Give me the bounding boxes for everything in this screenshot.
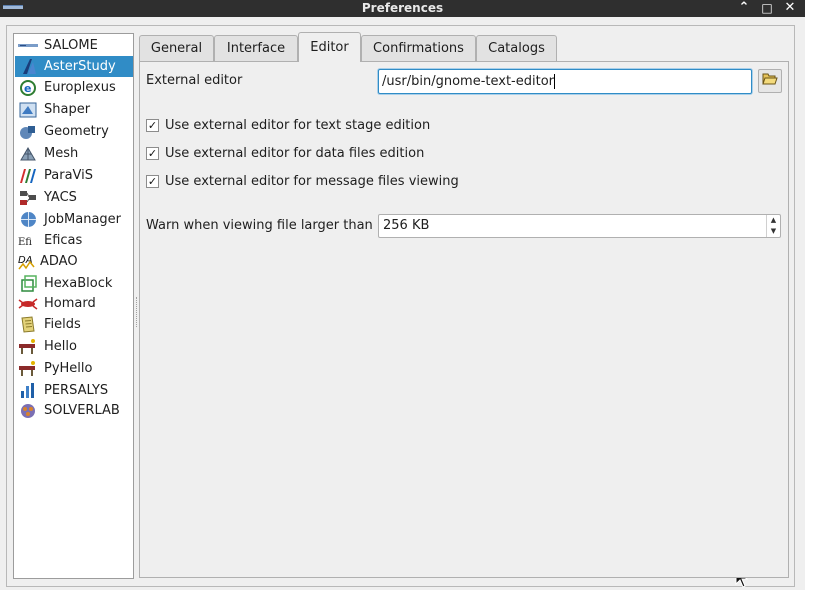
module-label: Geometry [44, 124, 109, 139]
checkbox-box[interactable]: ✓ [146, 146, 159, 160]
svg-text:Efi: Efi [18, 237, 32, 248]
svg-text:e: e [24, 82, 31, 95]
editor-panel: External editor /usr/bin/gnome-text-edit… [139, 61, 789, 578]
preferences-window: SALOME AsterStudy e Europlexus Shaper Ge… [0, 17, 805, 590]
checkbox-text-stage[interactable]: ✓ Use external editor for text stage edi… [146, 116, 430, 134]
persalys-icon [18, 382, 38, 399]
module-item-adao[interactable]: DA ADAO [15, 251, 133, 272]
module-label: Mesh [44, 146, 79, 161]
yacs-icon [18, 189, 38, 206]
svg-text:DA: DA [18, 255, 33, 266]
module-label: Fields [44, 317, 81, 332]
module-label: JobManager [44, 212, 122, 227]
hexablock-icon [18, 275, 38, 292]
eficas-icon: Efi [18, 232, 38, 249]
module-item-hello[interactable]: Hello [15, 336, 133, 357]
module-item-salome[interactable]: SALOME [15, 35, 133, 56]
pyhello-icon [18, 360, 38, 377]
close-icon[interactable]: ✕ [781, 0, 799, 16]
folder-open-icon [762, 72, 778, 90]
hello-icon [18, 338, 38, 355]
checkbox-data-files[interactable]: ✓ Use external editor for data files edi… [146, 144, 424, 162]
module-label: ADAO [40, 254, 78, 269]
spin-up-icon[interactable]: ▲ [767, 215, 780, 226]
module-item-pyhello[interactable]: PyHello [15, 358, 133, 379]
module-item-geometry[interactable]: Geometry [15, 121, 133, 142]
module-item-mesh[interactable]: Mesh [15, 143, 133, 164]
module-label: Hello [44, 339, 77, 354]
checkbox-box[interactable]: ✓ [146, 174, 159, 188]
europlexus-icon: e [18, 79, 38, 96]
solverlab-icon [18, 402, 38, 419]
module-item-persalys[interactable]: PERSALYS [15, 380, 133, 401]
module-label: Shaper [44, 102, 91, 117]
module-item-paravis[interactable]: ParaViS [15, 165, 133, 186]
spin-arrows[interactable]: ▲ ▼ [766, 215, 780, 237]
tab-catalogs[interactable]: Catalogs [476, 35, 557, 61]
spin-down-icon[interactable]: ▼ [767, 226, 780, 237]
module-item-fields[interactable]: Fields [15, 314, 133, 335]
external-editor-value: /usr/bin/gnome-text-editor [382, 74, 555, 89]
module-label: YACS [44, 190, 77, 205]
tab-editor[interactable]: Editor [298, 32, 361, 62]
module-label: PERSALYS [44, 383, 109, 398]
module-item-hexablock[interactable]: HexaBlock [15, 273, 133, 294]
module-label: Homard [44, 296, 96, 311]
mesh-icon [18, 145, 38, 162]
module-item-eficas[interactable]: Efi Eficas [15, 230, 133, 251]
module-label: Eficas [44, 233, 83, 248]
paravis-icon [18, 167, 38, 184]
warn-size-value: 256 KB [383, 218, 430, 233]
module-label: ParaViS [44, 168, 94, 183]
jobmanager-icon [18, 211, 38, 228]
homard-icon [18, 295, 38, 312]
splitter-handle[interactable] [136, 297, 138, 327]
geometry-icon [18, 123, 38, 140]
module-item-solverlab[interactable]: SOLVERLAB [15, 400, 133, 421]
module-item-shaper[interactable]: Shaper [15, 99, 133, 120]
maximize-icon[interactable]: □ [758, 0, 776, 16]
asterstudy-icon [18, 58, 38, 75]
module-item-yacs[interactable]: YACS [15, 187, 133, 208]
checkbox-label: Use external editor for text stage editi… [165, 117, 431, 133]
text-caret [554, 74, 556, 89]
external-editor-label: External editor [146, 73, 243, 88]
module-label: Europlexus [44, 80, 116, 95]
adao-icon: DA [17, 253, 37, 270]
salome-icon [18, 37, 38, 54]
module-label: SOLVERLAB [44, 403, 120, 418]
tab-interface[interactable]: Interface [214, 35, 298, 61]
module-item-europlexus[interactable]: e Europlexus [15, 77, 133, 98]
module-label: SALOME [44, 38, 98, 53]
checkbox-message-files[interactable]: ✓ Use external editor for message files … [146, 172, 459, 190]
checkbox-label: Use external editor for message files vi… [165, 173, 459, 189]
external-editor-input[interactable]: /usr/bin/gnome-text-editor [378, 69, 752, 94]
tab-confirmations[interactable]: Confirmations [361, 35, 476, 61]
module-label: HexaBlock [44, 276, 113, 291]
module-item-asterstudy[interactable]: AsterStudy [15, 56, 133, 77]
module-label: AsterStudy [44, 59, 116, 74]
module-label: PyHello [44, 361, 93, 376]
warn-size-label: Warn when viewing file larger than [146, 218, 373, 233]
title-bar: Preferences ⌃ □ ✕ [0, 0, 805, 17]
tab-general[interactable]: General [139, 35, 214, 61]
desktop-background [805, 0, 829, 590]
minimize-icon[interactable]: ⌃ [735, 0, 753, 16]
warn-size-spinbox[interactable]: 256 KB ▲ ▼ [378, 214, 781, 238]
window-title: Preferences [361, 1, 444, 15]
shaper-icon [18, 101, 38, 118]
browse-button[interactable] [758, 69, 782, 93]
module-item-homard[interactable]: Homard [15, 293, 133, 314]
module-item-jobmanager[interactable]: JobManager [15, 209, 133, 230]
module-list[interactable]: SALOME AsterStudy e Europlexus Shaper Ge… [13, 33, 134, 579]
checkbox-label: Use external editor for data files editi… [165, 145, 425, 161]
fields-icon [18, 316, 38, 333]
checkbox-box[interactable]: ✓ [146, 118, 159, 132]
